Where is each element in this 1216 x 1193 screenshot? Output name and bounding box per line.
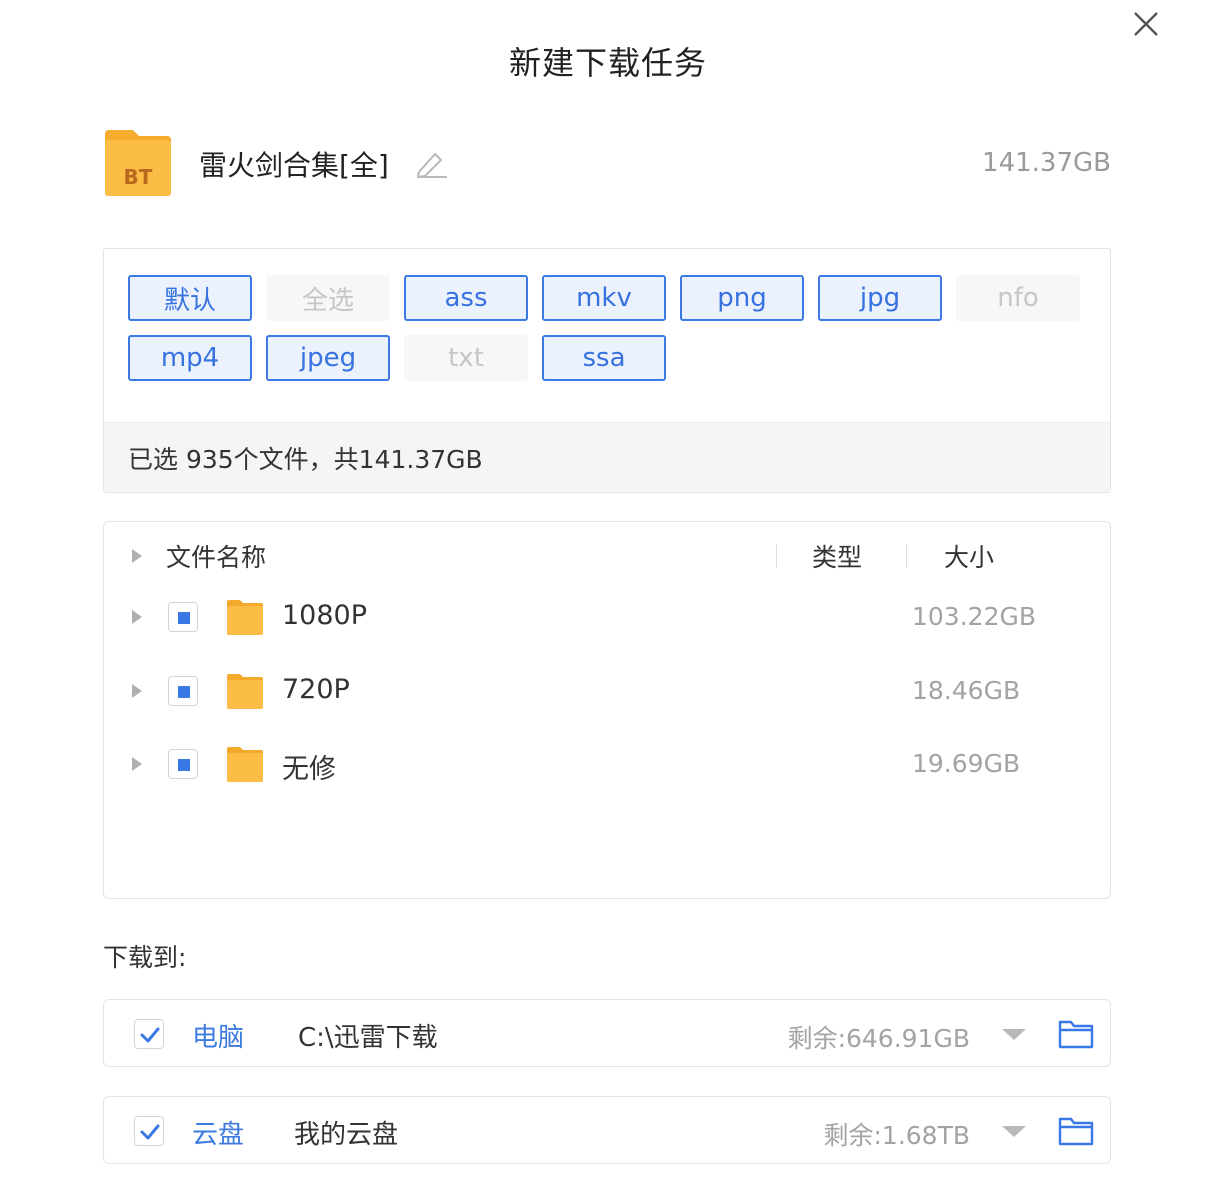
column-divider (776, 544, 777, 568)
destination-computer: 电脑 C:\迅雷下载 剩余:646.91GB (103, 999, 1111, 1067)
file-row-checkbox[interactable] (168, 602, 198, 632)
dialog-title: 新建下载任务 (508, 44, 707, 82)
dropdown-caret-icon[interactable] (1002, 1126, 1026, 1137)
remaining-space: 剩余:1.68TB (823, 1121, 970, 1150)
checkmark-icon (140, 1124, 160, 1140)
filter-tag-txt[interactable]: txt (404, 335, 528, 381)
folder-icon (227, 747, 263, 782)
browse-folder-icon[interactable] (1058, 1115, 1094, 1147)
bt-badge-text: BT (124, 165, 153, 189)
partial-check-icon (178, 686, 190, 698)
partial-check-icon (178, 612, 190, 624)
filter-tag-mp4[interactable]: mp4 (128, 335, 252, 381)
file-row[interactable]: 无修 19.69GB (104, 741, 1110, 791)
file-row[interactable]: 720P 18.46GB (104, 668, 1110, 718)
destination-checkbox[interactable] (134, 1019, 164, 1049)
file-tree: 文件名称 类型 大小 1080P 103.22GB 720P 18.46GB 无修 19.… (103, 521, 1111, 899)
destination-checkbox[interactable] (134, 1116, 164, 1146)
file-size: 103.22GB (912, 602, 1036, 631)
expand-arrow-icon[interactable] (132, 610, 142, 624)
file-name: 无修 (282, 754, 336, 785)
destination-type: 云盘 (192, 1120, 245, 1150)
expand-all-arrow-icon[interactable] (132, 549, 142, 563)
filter-tag-jpg[interactable]: jpg (818, 275, 942, 321)
bt-folder-icon: BT (105, 130, 171, 196)
remaining-space: 剩余:646.91GB (787, 1024, 970, 1053)
file-size: 19.69GB (912, 749, 1021, 778)
torrent-header: BT 雷火剑合集[全] 141.37GB (103, 128, 1111, 200)
file-name: 1080P (282, 600, 367, 631)
filter-tag-ssa[interactable]: ssa (542, 335, 666, 381)
download-to-label: 下载到: (103, 943, 187, 972)
destination-path[interactable]: 我的云盘 (294, 1114, 398, 1151)
selection-summary: 已选 935个文件，共141.37GB (104, 422, 1110, 492)
file-type-filter: 默认 全选 ass mkv png jpg nfo mp4 jpeg txt ssa 已选 935个… (103, 248, 1111, 493)
file-row-checkbox[interactable] (168, 749, 198, 779)
column-header-size[interactable]: 大小 (944, 538, 994, 574)
column-divider (906, 544, 907, 568)
column-header-type[interactable]: 类型 (812, 538, 862, 574)
filter-tag-png[interactable]: png (680, 275, 804, 321)
close-icon (1134, 12, 1158, 36)
partial-check-icon (178, 759, 190, 771)
expand-arrow-icon[interactable] (132, 684, 142, 698)
close-button[interactable] (1130, 8, 1162, 40)
torrent-name: 雷火剑合集[全] (199, 149, 389, 182)
file-row-checkbox[interactable] (168, 676, 198, 706)
expand-arrow-icon[interactable] (132, 757, 142, 771)
column-header-name[interactable]: 文件名称 (166, 538, 266, 574)
destination-cloud: 云盘 我的云盘 剩余:1.68TB (103, 1096, 1111, 1164)
filter-tag-nfo[interactable]: nfo (956, 275, 1080, 321)
dropdown-caret-icon[interactable] (1002, 1029, 1026, 1040)
filter-tag-mkv[interactable]: mkv (542, 275, 666, 321)
file-tree-header: 文件名称 类型 大小 (104, 538, 1110, 574)
browse-folder-icon[interactable] (1058, 1018, 1094, 1050)
file-row[interactable]: 1080P 103.22GB (104, 594, 1110, 644)
edit-name-icon[interactable] (415, 148, 449, 178)
folder-icon (227, 600, 263, 635)
torrent-total-size: 141.37GB (982, 148, 1111, 178)
filter-tag-jpeg[interactable]: jpeg (266, 335, 390, 381)
folder-icon (227, 674, 263, 709)
destination-type: 电脑 (192, 1023, 245, 1053)
filter-tag-默认[interactable]: 默认 (128, 275, 252, 321)
file-size: 18.46GB (912, 676, 1021, 705)
file-name: 720P (282, 674, 350, 705)
destination-path[interactable]: C:\迅雷下载 (298, 1017, 438, 1054)
filter-tag-ass[interactable]: ass (404, 275, 528, 321)
checkmark-icon (140, 1027, 160, 1043)
filter-tag-全选[interactable]: 全选 (266, 275, 390, 321)
